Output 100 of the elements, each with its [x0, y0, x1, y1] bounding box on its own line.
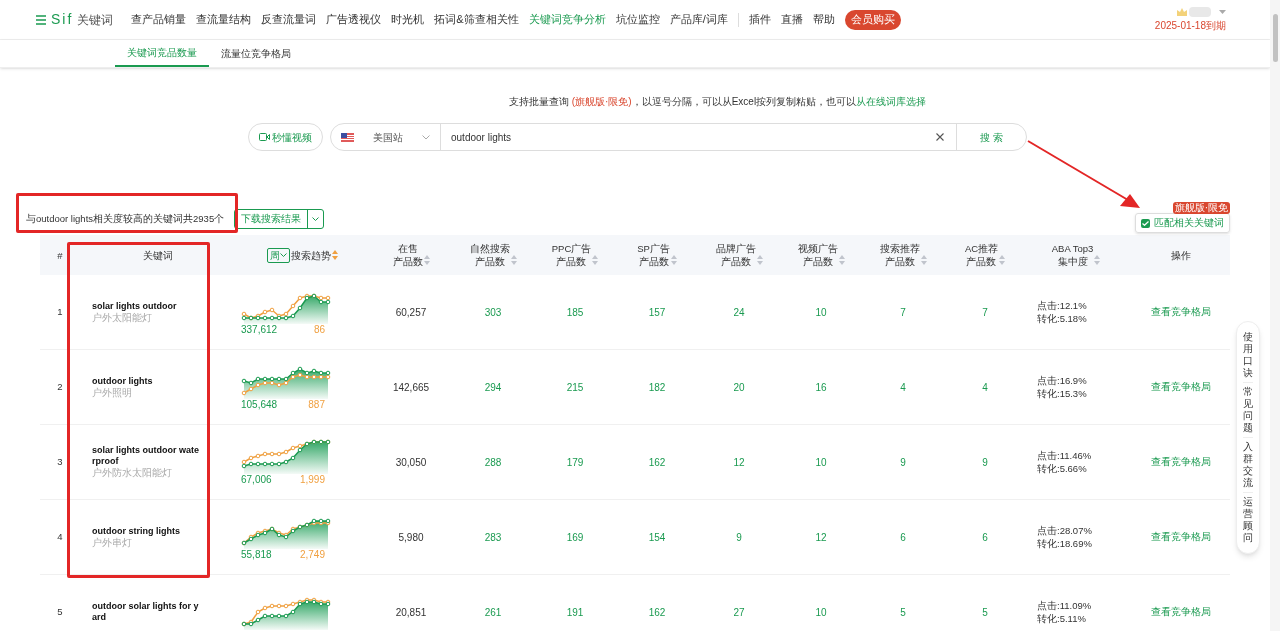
column-header: SP广告 产品数	[637, 242, 670, 268]
click-share: 点击:16.9%	[1037, 374, 1088, 387]
check-icon	[1142, 220, 1149, 226]
chevron-down-icon	[422, 134, 430, 140]
count-link[interactable]: 303	[452, 304, 534, 320]
count-link[interactable]: 27	[698, 604, 780, 620]
count-link[interactable]: 185	[534, 304, 616, 320]
column-header: #	[57, 248, 63, 262]
sort-icon[interactable]	[920, 255, 927, 266]
view-competition-link[interactable]: 查看竞争格局	[1126, 529, 1236, 545]
count-link[interactable]: 20	[698, 379, 780, 395]
keyword-text[interactable]: solar lights outdoor	[92, 300, 200, 312]
logo-subtitle[interactable]: 关键词	[77, 10, 114, 29]
count-link[interactable]: 283	[452, 529, 534, 545]
click-share: 点击:11.09%	[1037, 599, 1093, 612]
keyword-text[interactable]: solar lights outdoor waterproof	[92, 445, 200, 467]
word-library-link[interactable]: 从在线词库选择	[856, 96, 927, 107]
marketplace-select[interactable]: 美国站	[331, 124, 441, 150]
count-link[interactable]: 154	[616, 529, 698, 545]
count-link[interactable]: 7	[944, 304, 1026, 320]
sort-icon[interactable]	[510, 255, 517, 266]
edition-badge: 旗舰版·限免	[1172, 202, 1230, 214]
table-cell-text: 142,665	[391, 380, 431, 395]
count-link[interactable]: 191	[534, 604, 616, 620]
count-link[interactable]: 157	[616, 304, 698, 320]
count-link[interactable]: 169	[534, 529, 616, 545]
sort-icon[interactable]	[838, 255, 845, 266]
count-link[interactable]: 9	[698, 529, 780, 545]
count-link[interactable]: 9	[944, 454, 1026, 470]
nav-link[interactable]: 反查流量词	[261, 11, 317, 28]
keyword-text[interactable]: outdoor lights	[92, 375, 200, 387]
nav-link[interactable]: 查产品销量	[131, 11, 187, 28]
count-link[interactable]: 12	[780, 529, 862, 545]
scrollbar[interactable]	[1270, 0, 1280, 631]
rank-cell-text: 2	[56, 379, 64, 394]
caret-icon[interactable]	[1219, 9, 1226, 14]
column-header: 关键词	[142, 248, 173, 262]
count-link[interactable]: 4	[862, 379, 944, 395]
nav-link[interactable]: 帮助	[812, 11, 835, 28]
count-link[interactable]: 10	[780, 604, 862, 620]
clear-icon[interactable]	[936, 133, 944, 141]
keyword-text[interactable]: outdoor string lights	[92, 525, 200, 537]
count-link[interactable]: 7	[862, 304, 944, 320]
side-panel-link[interactable]: 使用口诀	[1243, 328, 1253, 382]
sort-icon[interactable]	[670, 255, 677, 266]
side-panel-link[interactable]: 入群交流	[1243, 437, 1253, 492]
count-link[interactable]: 182	[616, 379, 698, 395]
count-link[interactable]: 24	[698, 304, 780, 320]
table-cell-text: 60,257	[394, 305, 428, 320]
rank-cell-text: 1	[56, 304, 64, 319]
member-purchase-button[interactable]: 会员购买	[844, 9, 901, 30]
nav-link[interactable]: 拓词&筛查相关性	[434, 11, 519, 28]
count-link[interactable]: 294	[452, 379, 534, 395]
period-select[interactable]: 周	[267, 247, 290, 263]
count-link[interactable]: 16	[780, 379, 862, 395]
view-competition-link[interactable]: 查看竞争格局	[1126, 379, 1236, 395]
count-link[interactable]: 10	[780, 304, 862, 320]
related-keywords-checkbox[interactable]: 匹配相关关键词	[1135, 213, 1230, 233]
side-panel-link[interactable]: 运营顾问	[1243, 492, 1253, 547]
count-link[interactable]: 5	[862, 604, 944, 620]
logo-text[interactable]: Sif	[51, 9, 74, 30]
count-link[interactable]: 179	[534, 454, 616, 470]
count-link[interactable]: 5	[944, 604, 1026, 620]
sub-tab[interactable]: 关键词竞品数量	[115, 40, 209, 67]
count-link[interactable]: 10	[780, 454, 862, 470]
side-panel-link[interactable]: 常见问题	[1243, 382, 1253, 437]
checkbox[interactable]	[1141, 218, 1150, 228]
nav-link[interactable]: 关键词竞争分析	[528, 11, 606, 28]
keyword-text[interactable]: outdoor solar lights for yard	[92, 601, 200, 623]
nav-link[interactable]: 查流量结构	[196, 11, 252, 28]
nav-link[interactable]: 直播	[780, 11, 803, 28]
count-link[interactable]: 4	[944, 379, 1026, 395]
view-competition-link[interactable]: 查看竞争格局	[1126, 454, 1236, 470]
sort-icon[interactable]	[423, 255, 430, 266]
sort-icon[interactable]	[332, 249, 338, 260]
sub-tab[interactable]: 流量位竞争格局	[209, 40, 303, 67]
count-link[interactable]: 9	[862, 454, 944, 470]
count-link[interactable]: 261	[452, 604, 534, 620]
menu-icon[interactable]	[36, 14, 46, 25]
nav-link[interactable]: 坑位监控	[615, 11, 660, 28]
count-link[interactable]: 162	[616, 454, 698, 470]
column-header: 搜索推荐 产品数	[879, 242, 920, 268]
search-button[interactable]: 搜 索	[956, 124, 1026, 150]
nav-link[interactable]: 时光机	[391, 11, 425, 28]
count-link[interactable]: 6	[944, 529, 1026, 545]
sort-icon[interactable]	[999, 255, 1006, 266]
sort-icon[interactable]	[592, 255, 599, 266]
sort-icon[interactable]	[756, 255, 763, 266]
count-link[interactable]: 6	[862, 529, 944, 545]
table-cell-text: 20,851	[394, 605, 428, 620]
nav-link[interactable]: 插件	[748, 11, 771, 28]
count-link[interactable]: 215	[534, 379, 616, 395]
sort-icon[interactable]	[1094, 255, 1101, 266]
count-link[interactable]: 162	[616, 604, 698, 620]
nav-link[interactable]: 产品库/词库	[669, 11, 728, 28]
view-competition-link[interactable]: 查看竞争格局	[1126, 304, 1236, 320]
nav-link[interactable]: 广告透视仪	[326, 11, 382, 28]
count-link[interactable]: 12	[698, 454, 780, 470]
view-competition-link[interactable]: 查看竞争格局	[1126, 604, 1236, 620]
count-link[interactable]: 288	[452, 454, 534, 470]
